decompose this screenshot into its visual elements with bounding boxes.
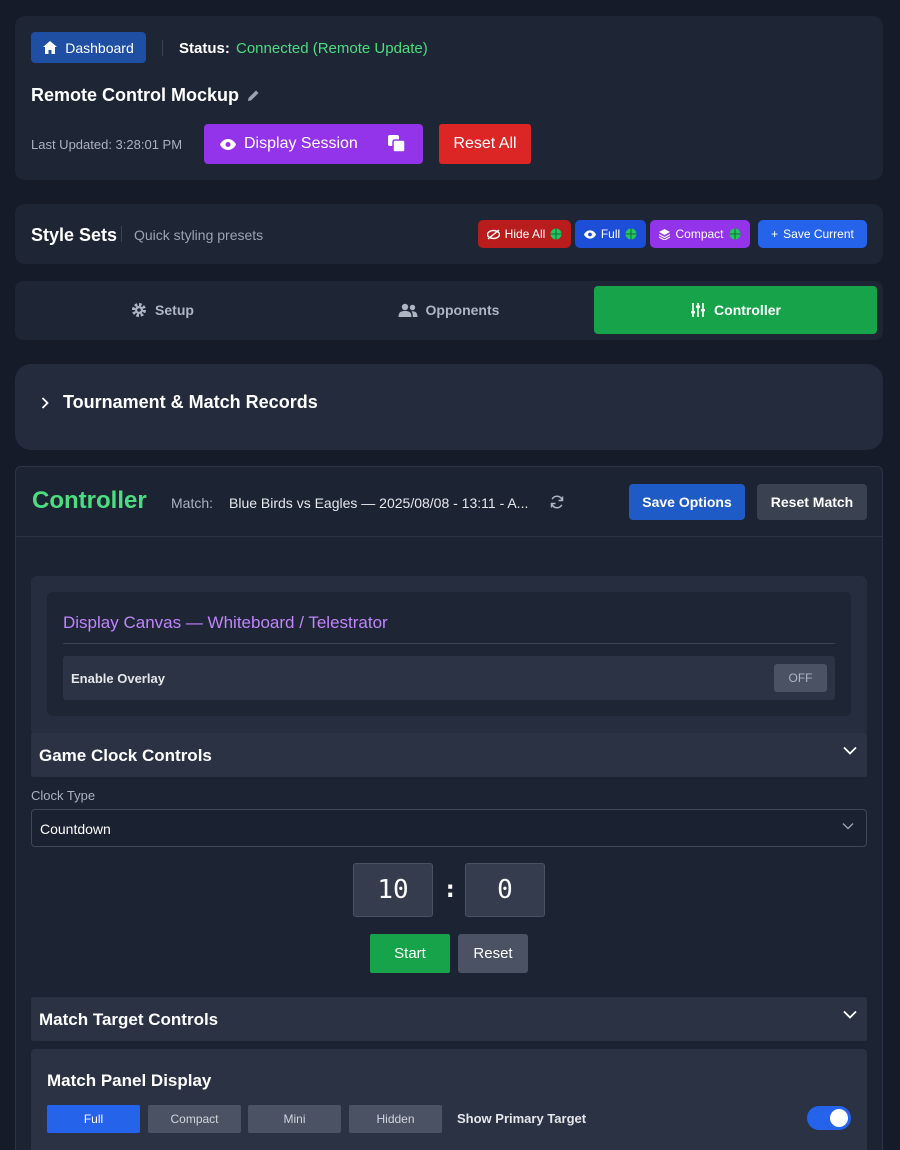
match-target-section-header[interactable]: Match Target Controls: [31, 997, 867, 1041]
game-clock-section-header[interactable]: Game Clock Controls: [31, 733, 867, 777]
copy-icon[interactable]: [388, 135, 405, 152]
tab-controller[interactable]: Controller: [594, 286, 877, 334]
controller-header: Controller Match: Blue Birds vs Eagles —…: [16, 467, 882, 537]
hide-all-label: Hide All: [504, 227, 546, 241]
globe-icon: [625, 228, 637, 240]
tab-controller-label: Controller: [714, 302, 781, 318]
tab-opponents-label: Opponents: [425, 302, 500, 318]
status-value: Connected (Remote Update): [236, 40, 428, 57]
controller-title: Controller: [32, 487, 147, 514]
reset-clock-button[interactable]: Reset: [458, 934, 528, 973]
globe-icon: [550, 228, 562, 240]
controller-panel: Controller Match: Blue Birds vs Eagles —…: [15, 466, 883, 1150]
tournament-records-panel[interactable]: Tournament & Match Records: [15, 364, 883, 450]
home-icon: [43, 41, 58, 54]
toggle-knob: [830, 1109, 848, 1127]
tournament-records-header[interactable]: Tournament & Match Records: [41, 392, 318, 413]
header-card: Dashboard Status: Connected (Remote Upda…: [15, 16, 883, 180]
match-target-title: Match Target Controls: [39, 1010, 219, 1029]
last-updated: Last Updated: 3:28:01 PM: [31, 137, 183, 152]
users-icon: [398, 303, 418, 317]
chevron-down-icon: [843, 1010, 857, 1019]
save-options-button[interactable]: Save Options: [629, 484, 745, 520]
divider: [121, 226, 122, 242]
eye-icon: [220, 138, 236, 150]
overlay-toggle-button[interactable]: OFF: [774, 664, 827, 692]
sliders-icon: [691, 303, 706, 317]
style-sets-card: Style Sets Quick styling presets Hide Al…: [15, 204, 883, 264]
chevron-down-icon: [842, 823, 854, 830]
compact-label: Compact: [675, 227, 724, 241]
chevron-down-icon: [843, 746, 857, 755]
tab-setup[interactable]: Setup: [21, 286, 304, 334]
panel-option-mini[interactable]: Mini: [248, 1105, 341, 1133]
pencil-icon[interactable]: [247, 89, 260, 102]
save-current-label: Save Current: [783, 227, 854, 241]
clock-type-value: Countdown: [40, 821, 111, 837]
display-session-button[interactable]: Display Session: [204, 124, 423, 164]
tab-setup-label: Setup: [155, 302, 194, 318]
eye-slash-icon: [486, 228, 500, 240]
refresh-icon[interactable]: [550, 495, 564, 509]
full-chip[interactable]: Full: [575, 220, 646, 248]
dashboard-button[interactable]: Dashboard: [31, 32, 146, 63]
display-canvas-section: Display Canvas — Whiteboard / Telestrato…: [47, 592, 851, 716]
reset-all-button[interactable]: Reset All: [439, 124, 531, 164]
tab-opponents[interactable]: Opponents: [307, 286, 590, 334]
tab-bar: Setup Opponents Controller: [15, 281, 883, 340]
minutes-input[interactable]: 10: [353, 863, 433, 917]
start-clock-button[interactable]: Start: [370, 934, 450, 973]
chevron-right-icon: [41, 396, 49, 409]
gear-icon: [132, 303, 147, 317]
dashboard-label: Dashboard: [65, 39, 134, 56]
match-panel-title: Match Panel Display: [47, 1071, 212, 1090]
status-label: Status:: [179, 40, 230, 57]
page-title: Remote Control Mockup: [31, 85, 260, 106]
page-title-text: Remote Control Mockup: [31, 85, 240, 105]
clock-type-label: Clock Type: [31, 788, 96, 803]
game-clock-title: Game Clock Controls: [39, 746, 212, 765]
plus-icon: +: [771, 227, 779, 241]
style-sets-subtitle: Quick styling presets: [134, 227, 264, 243]
seconds-input[interactable]: 0: [465, 863, 545, 917]
display-session-label: Display Session: [244, 135, 358, 152]
display-canvas-wrapper: Display Canvas — Whiteboard / Telestrato…: [31, 576, 867, 736]
style-sets-title: Style Sets: [31, 225, 118, 245]
panel-option-hidden[interactable]: Hidden: [349, 1105, 442, 1133]
show-primary-target-toggle[interactable]: [807, 1106, 851, 1130]
match-panel-display: Match Panel Display Full Compact Mini Hi…: [31, 1049, 867, 1150]
globe-icon: [729, 228, 741, 240]
panel-option-compact[interactable]: Compact: [148, 1105, 241, 1133]
enable-overlay-label: Enable Overlay: [71, 671, 165, 686]
match-select[interactable]: Blue Birds vs Eagles — 2025/08/08 - 13:1…: [229, 495, 528, 511]
display-canvas-title: Display Canvas — Whiteboard / Telestrato…: [63, 613, 388, 632]
divider: [63, 643, 835, 644]
clock-type-select[interactable]: Countdown: [31, 809, 867, 847]
eye-icon: [583, 229, 596, 239]
full-label: Full: [600, 227, 621, 241]
show-primary-target-label: Show Primary Target: [457, 1111, 587, 1126]
save-current-chip[interactable]: + Save Current: [758, 220, 867, 248]
hide-all-chip[interactable]: Hide All: [478, 220, 571, 248]
match-label: Match:: [171, 495, 214, 511]
overlay-row: Enable Overlay OFF: [63, 656, 835, 700]
time-separator: :: [443, 875, 458, 903]
layers-icon: [659, 228, 671, 240]
compact-chip[interactable]: Compact: [650, 220, 750, 248]
divider: [162, 40, 163, 56]
panel-option-full[interactable]: Full: [47, 1105, 140, 1133]
reset-match-button[interactable]: Reset Match: [757, 484, 867, 520]
tournament-records-title: Tournament & Match Records: [63, 392, 318, 412]
